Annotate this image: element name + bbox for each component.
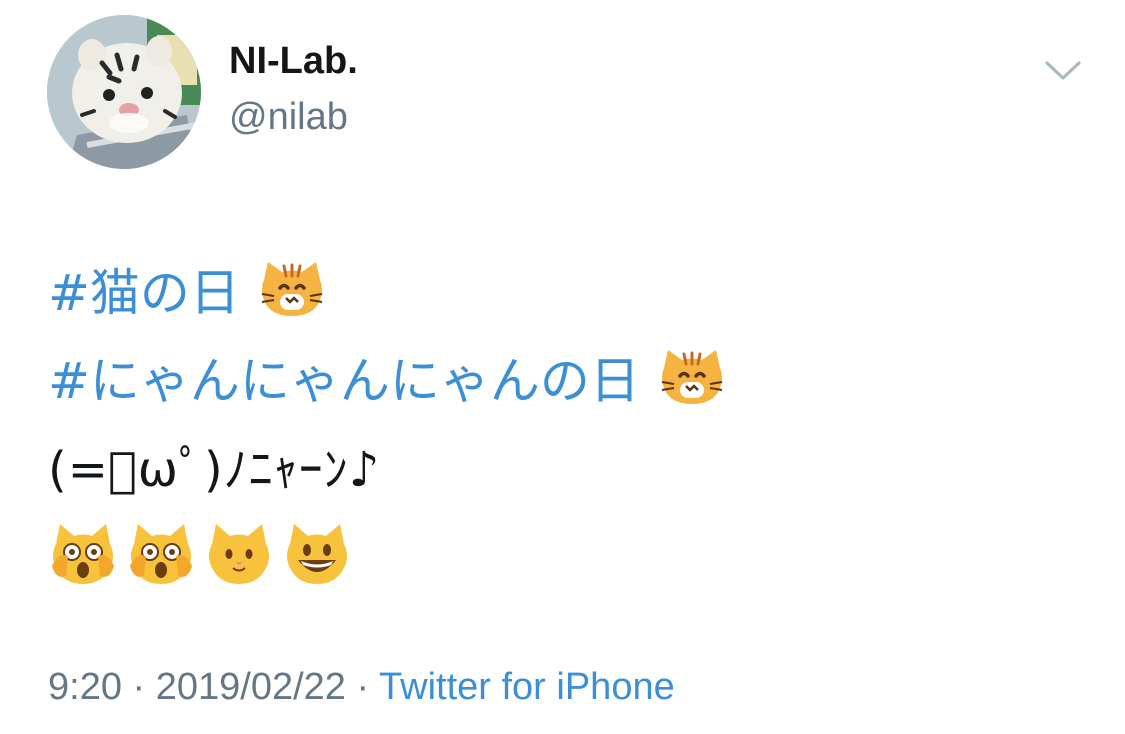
kaomoji-line: (=ﾟωﾟ)ﾉﾆｬｰﾝ♪ bbox=[48, 421, 1088, 509]
avatar[interactable] bbox=[47, 15, 201, 169]
tiger-plush-avatar-icon bbox=[47, 15, 201, 169]
separator: · bbox=[345, 666, 380, 708]
chevron-down-icon[interactable] bbox=[1044, 58, 1082, 84]
weary-cat-icon bbox=[130, 524, 192, 584]
emoji-row bbox=[48, 509, 1088, 597]
weary-cat-icon bbox=[52, 524, 114, 584]
tweet-meta: 9:20 · 2019/02/22 · Twitter for iPhone bbox=[48, 666, 675, 709]
tweet-time: 9:20 bbox=[48, 666, 122, 708]
tweet-text: #猫の日 #にゃんにゃんにゃんの日 (=ﾟωﾟ)ﾉﾆｬｰﾝ♪ bbox=[48, 245, 1088, 597]
tweet-date: 2019/02/22 bbox=[155, 666, 346, 708]
hashtag-link[interactable]: #にゃんにゃんにゃんの日 bbox=[48, 341, 640, 413]
source-link[interactable]: Twitter for iPhone bbox=[379, 666, 675, 708]
kaomoji-text: (=ﾟωﾟ)ﾉﾆｬｰﾝ♪ bbox=[48, 442, 381, 498]
grinning-cat-icon bbox=[287, 524, 347, 584]
hashtag-link[interactable]: #猫の日 bbox=[48, 253, 240, 325]
cat-face-icon bbox=[261, 262, 323, 316]
cat-face-icon bbox=[661, 350, 723, 404]
tweet-card: NI-Lab. @nilab #猫の日 #にゃんにゃんにゃんの日 (=ﾟωﾟ)ﾉ… bbox=[0, 0, 1125, 734]
hashtag-line-1: #猫の日 bbox=[48, 245, 1088, 333]
hashtag-line-2: #にゃんにゃんにゃんの日 bbox=[48, 333, 1088, 421]
cat-face-icon bbox=[209, 524, 269, 584]
display-name[interactable]: NI-Lab. bbox=[229, 40, 358, 83]
user-handle[interactable]: @nilab bbox=[229, 96, 348, 139]
separator: · bbox=[121, 666, 156, 708]
